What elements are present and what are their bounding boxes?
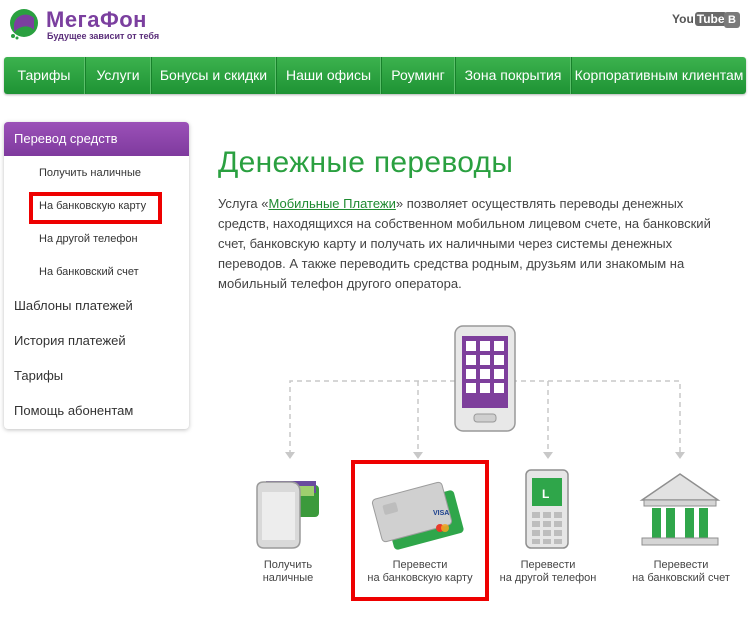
smartphone-icon bbox=[454, 325, 516, 432]
highlight-box-card-option bbox=[351, 460, 489, 601]
wallet-icon bbox=[256, 481, 319, 549]
svg-text:L: L bbox=[542, 487, 549, 501]
option-cash-line2: наличные bbox=[262, 572, 314, 584]
option-bank-account-line2: на банковский счет bbox=[632, 572, 730, 584]
mobile-phone-icon: L bbox=[525, 469, 569, 549]
option-cash[interactable]: Получить наличные bbox=[238, 559, 338, 585]
option-other-phone-line1: Перевести bbox=[520, 559, 576, 571]
option-bank-account-line1: Перевести bbox=[653, 559, 709, 571]
option-other-phone-line2: на другой телефон bbox=[499, 572, 597, 584]
option-bank-account[interactable]: Перевести на банковский счет bbox=[620, 559, 742, 585]
option-other-phone[interactable]: Перевести на другой телефон bbox=[490, 559, 606, 585]
bank-building-icon bbox=[639, 473, 721, 546]
option-cash-line1: Получить bbox=[263, 559, 313, 571]
